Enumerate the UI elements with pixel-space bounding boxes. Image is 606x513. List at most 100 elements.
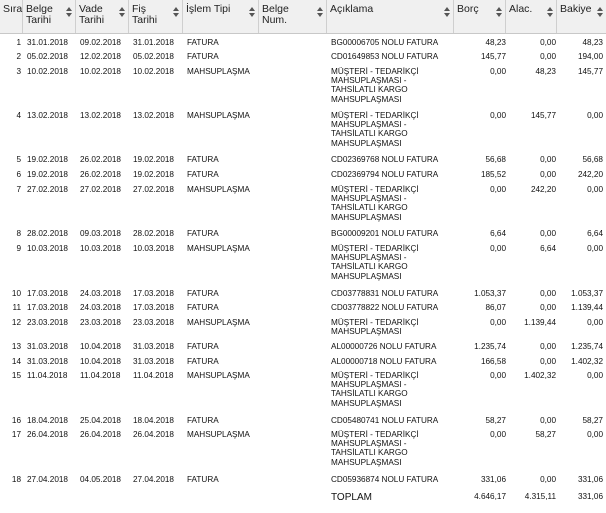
cell-bakiye: 1.402,32 xyxy=(571,357,603,366)
cell-aciklama: AL00000726 NOLU FATURA xyxy=(331,342,437,351)
sort-icon[interactable] xyxy=(119,7,125,19)
cell-aciklama: MÜŞTERİ - TEDARİKÇİ MAHSUPLAŞMASI - TAHS… xyxy=(331,244,419,281)
column-header-belge-tarihi[interactable]: Belge Tarihi xyxy=(23,0,76,33)
cell-bakiye: 0,00 xyxy=(587,244,603,253)
sort-icon[interactable] xyxy=(66,7,72,19)
cell-bakiye: 0,00 xyxy=(587,318,603,327)
cell-islem-tipi: MAHSUPLAŞMA xyxy=(187,185,250,194)
cell-islem-tipi: FATURA xyxy=(187,342,219,351)
cell-fis-tarihi: 05.02.2018 xyxy=(133,52,174,61)
cell-sira: 4 xyxy=(16,111,21,120)
cell-fis-tarihi: 31.01.2018 xyxy=(133,38,174,47)
column-header-vade-tarihi[interactable]: Vade Tarihi xyxy=(76,0,129,33)
cell-alac: 58,27 xyxy=(535,430,557,439)
cell-fis-tarihi: 13.02.2018 xyxy=(133,111,174,120)
cell-sira: 6 xyxy=(16,170,21,179)
cell-belge-tarihi: 19.02.2018 xyxy=(27,170,68,179)
cell-borc: 58,27 xyxy=(485,416,507,425)
cell-aciklama: CD03778831 NOLU FATURA xyxy=(331,289,439,298)
cell-sira: 7 xyxy=(16,185,21,194)
cell-bakiye: 242,20 xyxy=(577,170,603,179)
cell-aciklama: MÜŞTERİ - TEDARİKÇİ MAHSUPLAŞMASI - TAHS… xyxy=(331,67,419,104)
cell-aciklama: MÜŞTERİ - TEDARİKÇİ MAHSUPLAŞMASI - TAHS… xyxy=(331,185,419,222)
cell-alac: 48,23 xyxy=(535,67,557,76)
sort-icon[interactable] xyxy=(173,7,179,19)
cell-borc: 0,00 xyxy=(490,185,506,194)
cell-belge-tarihi: 17.03.2018 xyxy=(27,289,68,298)
cell-vade-tarihi: 12.02.2018 xyxy=(80,52,121,61)
cell-sira: 2 xyxy=(16,52,21,61)
cell-aciklama: CD03778822 NOLU FATURA xyxy=(331,303,439,312)
column-header-alac[interactable]: Alac. xyxy=(506,0,557,33)
cell-alac: 0,00 xyxy=(540,303,556,312)
cell-fis-tarihi: 23.03.2018 xyxy=(133,318,174,327)
column-header-sira[interactable]: Sıra xyxy=(0,0,23,33)
sort-icon[interactable] xyxy=(547,7,553,19)
cell-belge-tarihi: 26.04.2018 xyxy=(27,430,68,439)
column-header-borc[interactable]: Borç xyxy=(454,0,506,33)
cell-borc: 0,00 xyxy=(490,67,506,76)
cell-alac: 6,64 xyxy=(540,244,556,253)
cell-bakiye: 145,77 xyxy=(577,67,603,76)
cell-vade-tarihi: 24.03.2018 xyxy=(80,303,121,312)
cell-vade-tarihi: 10.04.2018 xyxy=(80,342,121,351)
cell-fis-tarihi: 31.03.2018 xyxy=(133,357,174,366)
cell-borc: 331,06 xyxy=(480,475,506,484)
cell-islem-tipi: FATURA xyxy=(187,289,219,298)
cell-vade-tarihi: 10.02.2018 xyxy=(80,67,121,76)
cell-islem-tipi: MAHSUPLAŞMA xyxy=(187,318,250,327)
cell-islem-tipi: FATURA xyxy=(187,38,219,47)
cell-fis-tarihi: 19.02.2018 xyxy=(133,155,174,164)
cell-islem-tipi: FATURA xyxy=(187,229,219,238)
cell-vade-tarihi: 25.04.2018 xyxy=(80,416,121,425)
cell-belge-tarihi: 13.02.2018 xyxy=(27,111,68,120)
cell-alac: 0,00 xyxy=(540,229,556,238)
cell-islem-tipi: FATURA xyxy=(187,357,219,366)
cell-alac: 0,00 xyxy=(540,416,556,425)
cell-belge-tarihi: 19.02.2018 xyxy=(27,155,68,164)
cell-fis-tarihi: 10.03.2018 xyxy=(133,244,174,253)
column-header-fis-tarihi[interactable]: Fiş Tarihi xyxy=(129,0,183,33)
cell-borc: 0,00 xyxy=(490,318,506,327)
cell-borc: 1.235,74 xyxy=(474,342,506,351)
cell-fis-tarihi: 11.04.2018 xyxy=(133,371,174,380)
cell-borc: 6,64 xyxy=(490,229,506,238)
cell-sira: 3 xyxy=(16,67,21,76)
cell-borc: 185,52 xyxy=(480,170,506,179)
cell-fis-tarihi: 18.04.2018 xyxy=(133,416,174,425)
cell-bakiye: 0,00 xyxy=(587,111,603,120)
cell-borc: 145,77 xyxy=(480,52,506,61)
cell-alac: 0,00 xyxy=(540,38,556,47)
cell-islem-tipi: MAHSUPLAŞMA xyxy=(187,244,250,253)
cell-aciklama: CD02369768 NOLU FATURA xyxy=(331,155,439,164)
sort-icon[interactable] xyxy=(317,7,323,19)
cell-vade-tarihi: 23.03.2018 xyxy=(80,318,121,327)
cell-sira: 5 xyxy=(16,155,21,164)
cell-bakiye: 1.235,74 xyxy=(571,342,603,351)
cell-belge-tarihi: 11.04.2018 xyxy=(27,371,68,380)
cell-belge-tarihi: 27.04.2018 xyxy=(27,475,68,484)
cell-fis-tarihi: 27.04.2018 xyxy=(133,475,174,484)
sort-icon[interactable] xyxy=(249,7,255,19)
cell-alac: 0,00 xyxy=(540,289,556,298)
cell-bakiye: 0,00 xyxy=(587,371,603,380)
cell-fis-tarihi: 27.02.2018 xyxy=(133,185,174,194)
column-header-bakiye[interactable]: Bakiye xyxy=(557,0,606,33)
sort-icon[interactable] xyxy=(444,7,450,19)
column-header-islem-tipi[interactable]: İşlem Tipi xyxy=(183,0,259,33)
cell-bakiye: 0,00 xyxy=(587,430,603,439)
cell-belge-tarihi: 31.03.2018 xyxy=(27,357,68,366)
sort-icon[interactable] xyxy=(597,7,603,19)
cell-sira: 12 xyxy=(11,318,21,327)
cell-alac: 0,00 xyxy=(540,170,556,179)
cell-borc: 0,00 xyxy=(490,244,506,253)
column-header-aciklama[interactable]: Açıklama xyxy=(327,0,454,33)
cell-sira: 10 xyxy=(11,289,21,298)
column-header-belge-num[interactable]: Belge Num. xyxy=(259,0,327,33)
cell-borc: 56,68 xyxy=(485,155,507,164)
cell-sira: 9 xyxy=(16,244,21,253)
cell-sira: 1 xyxy=(16,38,21,47)
sort-icon[interactable] xyxy=(496,7,502,19)
cell-belge-tarihi: 27.02.2018 xyxy=(27,185,68,194)
table-header: Sıra Belge Tarihi Vade Tarihi Fiş Tarihi… xyxy=(0,0,606,34)
